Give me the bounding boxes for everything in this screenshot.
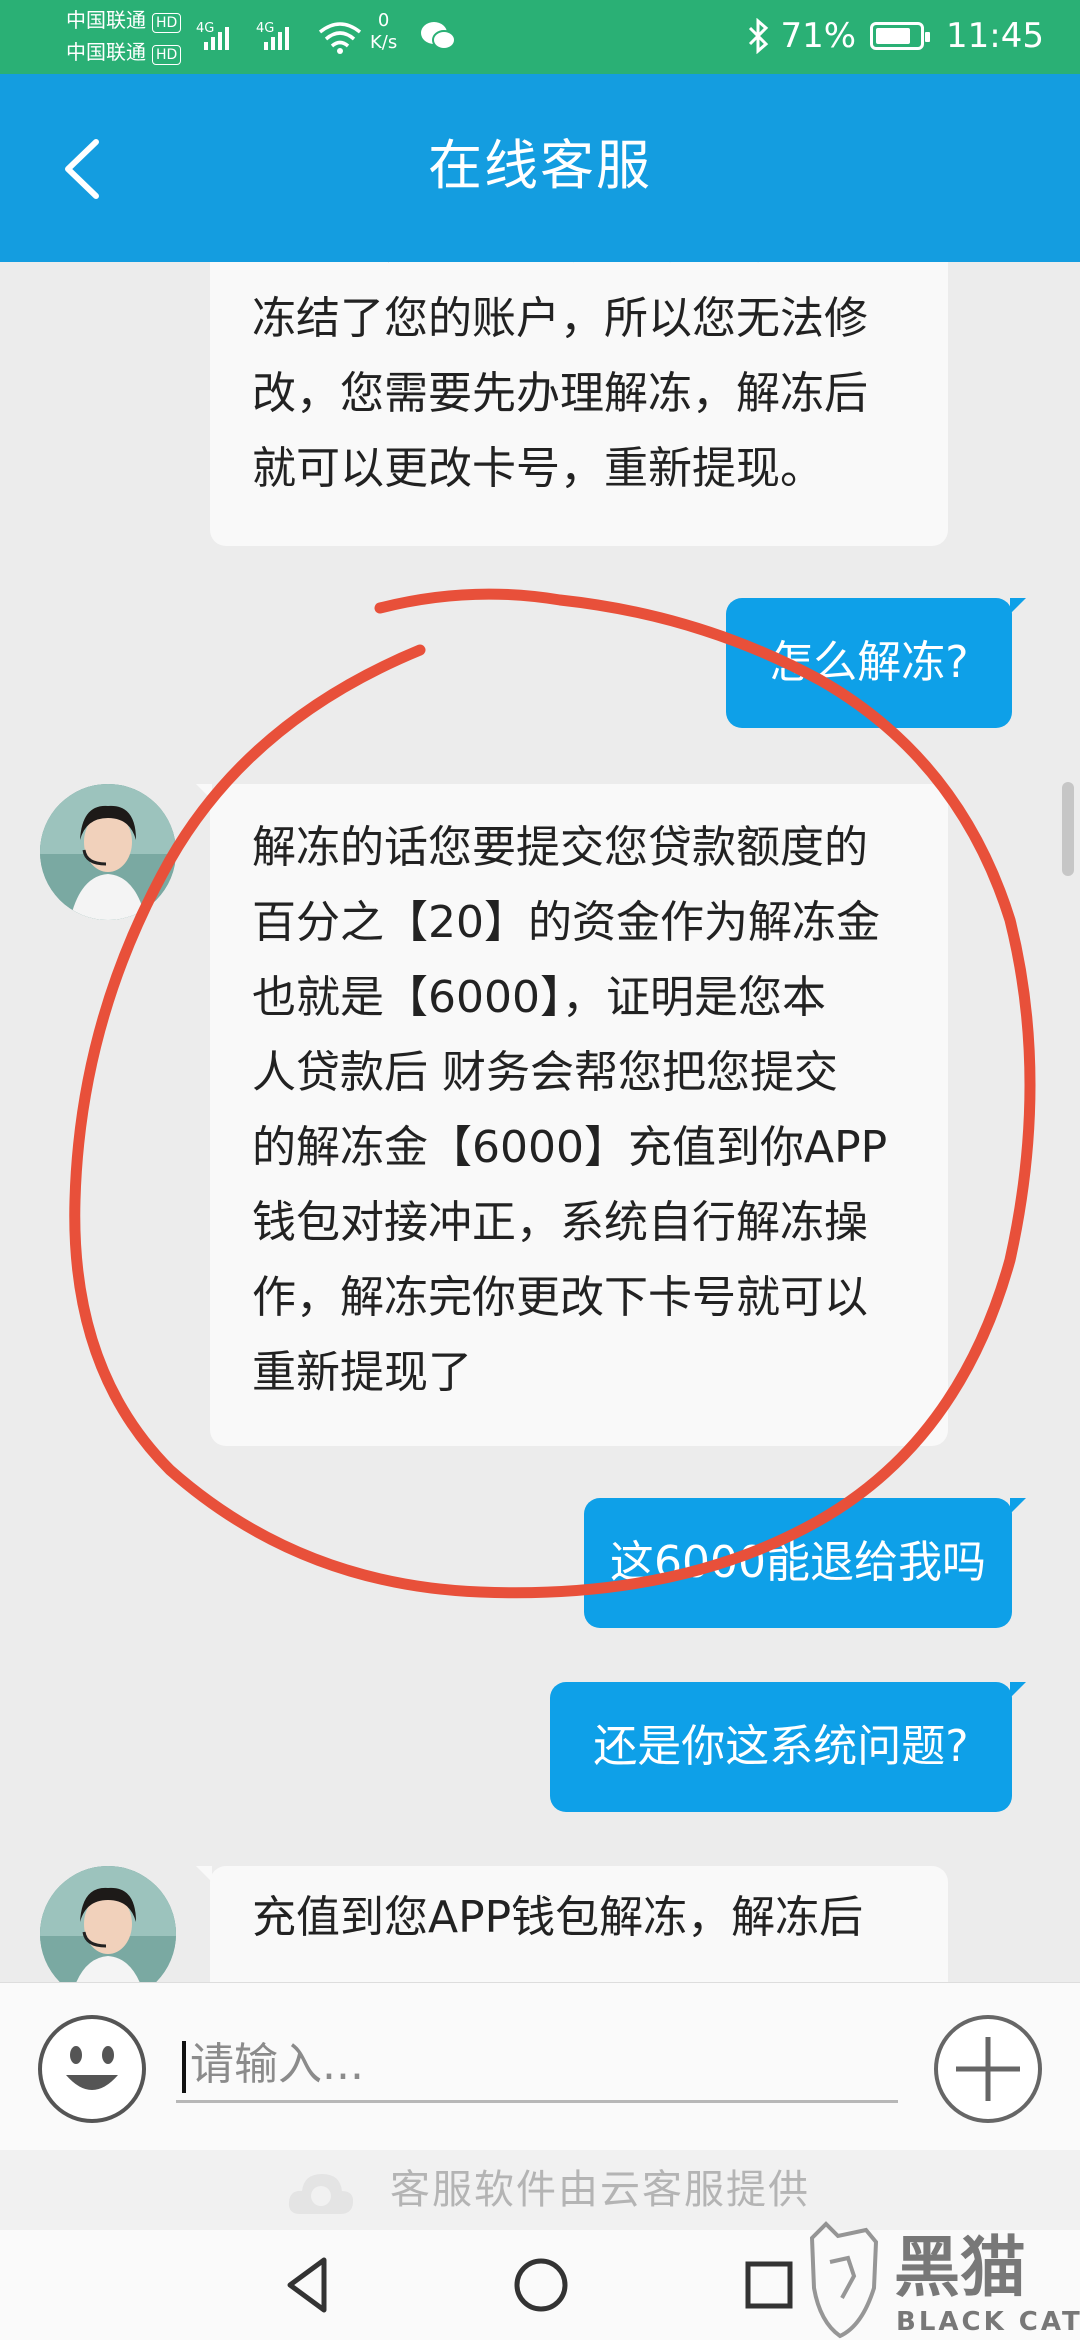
chat-area[interactable]: 您卡的户号以多次八账卡账卡带 冻结了您的账户，所以您无法修 改，您需要先办理解冻…	[0, 262, 1080, 1982]
nav-recents-icon[interactable]	[734, 2250, 804, 2320]
cloud-icon	[288, 2174, 354, 2214]
agent-avatar	[40, 1866, 176, 1982]
svg-text:4G: 4G	[256, 21, 274, 36]
agent-message: 解冻的话您要提交您贷款额度的 百分之【20】的资金作为解冻金 也就是【6000】…	[196, 784, 948, 1446]
svg-text:4G: 4G	[196, 21, 214, 36]
user-message: 这6000能退给我吗	[584, 1498, 1026, 1628]
carrier-1: 中国联通 HD	[66, 8, 182, 33]
user-message: 还是你这系统问题?	[550, 1682, 1026, 1812]
scrollbar[interactable]	[1062, 782, 1074, 876]
emoji-icon[interactable]	[36, 2013, 148, 2125]
agent-message: 充值到您APP钱包解冻，解冻后	[196, 1866, 948, 1982]
wifi-icon	[318, 22, 362, 54]
message-line: 充值到您APP钱包解冻，解冻后	[252, 1892, 864, 1943]
svg-text:黑猫: 黑猫	[894, 2229, 1026, 2306]
agent-message: 您卡的户号以多次八账卡账卡带 冻结了您的账户，所以您无法修 改，您需要先办理解冻…	[210, 262, 948, 546]
message-line: 钱包对接冲正，系统自行解冻操	[252, 1197, 868, 1248]
hd-badge-2: HD	[152, 45, 182, 65]
hd-badge: HD	[152, 13, 182, 33]
message-line: 就可以更改卡号，重新提现。	[252, 443, 824, 494]
battery-icon	[870, 22, 931, 50]
net-speed: 0 K/s	[370, 10, 398, 53]
watermark-logo: 黑猫 BLACK CAT	[809, 2221, 1080, 2339]
message-line: 改，您需要先办理解冻，解冻后	[252, 368, 868, 419]
text-caret	[182, 2041, 186, 2093]
plus-icon[interactable]	[932, 2013, 1044, 2125]
status-bar: 中国联通 HD 中国联通 HD 4G 4G 0 K/s 71% 11:45	[0, 0, 1080, 74]
message-input[interactable]: 请输入...	[176, 2027, 898, 2103]
message-line: 也就是【6000】，证明是您本	[252, 972, 826, 1023]
message-line: 重新提现了	[252, 1347, 472, 1398]
message-line: 作，解冻完你更改下卡号就可以	[252, 1272, 868, 1323]
message-line: 冻结了您的账户，所以您无法修	[252, 293, 868, 344]
clock: 11:45	[946, 16, 1044, 56]
message-line: 的解冻金【6000】充值到你APP	[252, 1122, 888, 1173]
nav-back-icon[interactable]	[274, 2250, 344, 2320]
message-line: 解冻的话您要提交您贷款额度的	[252, 822, 868, 873]
message-line: 百分之【20】的资金作为解冻金	[252, 897, 880, 948]
wechat-icon	[421, 22, 456, 50]
nav-home-icon[interactable]	[506, 2250, 576, 2320]
agent-avatar	[40, 784, 176, 920]
bluetooth-icon	[749, 18, 769, 54]
carrier-2: 中国联通 HD	[66, 40, 182, 65]
svg-text:BLACK CAT: BLACK CAT	[896, 2307, 1080, 2337]
battery-percent: 71%	[780, 16, 857, 56]
page-title: 在线客服	[428, 134, 652, 197]
input-bar: 请输入...	[0, 1982, 1080, 2150]
message-line: 您卡的户号以多次八账卡账卡带	[252, 262, 906, 281]
status-right: 71% 11:45	[746, 14, 1044, 58]
user-message: 怎么解冻?	[726, 598, 1026, 728]
powered-by-text: 客服软件由云客服提供	[390, 2167, 810, 2213]
message-line: 人贷款后 财务会帮您把您提交	[252, 1047, 838, 1098]
title-bar: 在线客服	[0, 74, 1080, 262]
